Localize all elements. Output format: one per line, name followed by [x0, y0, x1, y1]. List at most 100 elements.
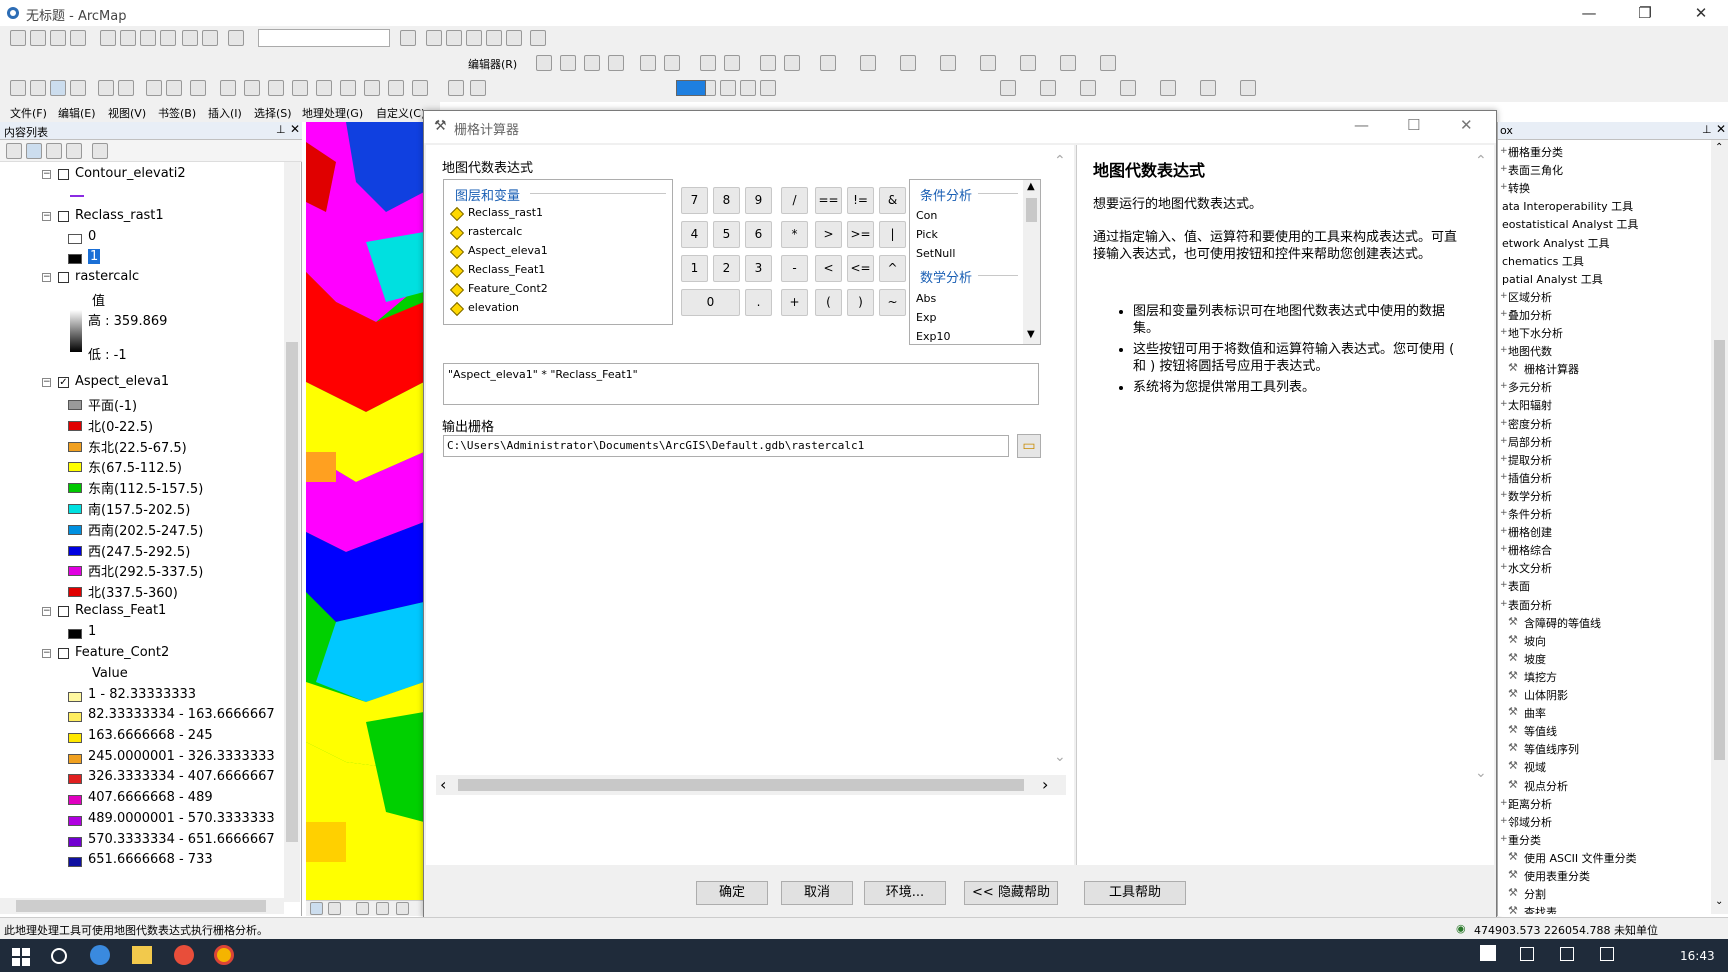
georef-link-icon[interactable] [1040, 80, 1056, 96]
output-raster-input[interactable]: C:\Users\Administrator\Documents\ArcGIS\… [443, 435, 1009, 457]
toolbox-item[interactable]: chematics 工具 [1502, 253, 1584, 269]
close-icon[interactable]: ✕ [290, 122, 300, 136]
arcmap-taskbar-icon[interactable] [90, 945, 110, 965]
calc-button[interactable]: 0 [681, 289, 740, 316]
calc-button[interactable]: 2 [713, 255, 740, 282]
calc-button[interactable]: / [781, 187, 808, 214]
cancel-button[interactable]: 取消 [781, 881, 853, 905]
calc-button[interactable]: ) [847, 289, 874, 316]
search-window-icon[interactable] [466, 30, 482, 46]
scroll-up-arrow-icon[interactable]: ▲ [1027, 181, 1035, 192]
editor-toolbar-icon[interactable] [400, 30, 416, 46]
menu-item[interactable]: 书签(B) [158, 105, 196, 121]
toolbox-item[interactable]: 水文分析 [1508, 560, 1552, 576]
sketch-tool-icon[interactable] [560, 55, 576, 71]
edit-tool-icon[interactable] [536, 55, 552, 71]
expression-input[interactable]: "Aspect_eleva1" * "Reclass_Feat1" [443, 363, 1039, 405]
editor-tool-e-icon[interactable] [980, 55, 996, 71]
layer-name[interactable]: Reclass_rast1 [75, 208, 164, 223]
rotate-icon[interactable] [724, 55, 740, 71]
georef-shift-icon[interactable] [1160, 80, 1176, 96]
toolbox-item[interactable]: 地下水分析 [1508, 325, 1563, 341]
dialog-close-button[interactable]: ✕ [1460, 116, 1473, 134]
zoom-out-icon[interactable] [30, 80, 46, 96]
undo-icon[interactable] [182, 30, 198, 46]
expand-icon[interactable]: + [1500, 399, 1508, 409]
ok-button[interactable]: 确定 [696, 881, 768, 905]
help-scroll-down-icon[interactable]: ⌄ [1475, 765, 1487, 781]
toolbox-item[interactable]: 距离分析 [1508, 796, 1552, 812]
full-extent-icon[interactable] [70, 80, 86, 96]
expand-icon[interactable]: + [1500, 562, 1508, 572]
expand-icon[interactable]: + [1500, 164, 1508, 174]
layer-visibility-checkbox[interactable] [58, 606, 69, 617]
toolbox-item[interactable]: 分割 [1524, 886, 1546, 902]
horizontal-scrollbar[interactable]: ‹ › [436, 775, 1066, 795]
calc-button[interactable]: > [815, 221, 842, 248]
cut-polygon-icon[interactable] [664, 55, 680, 71]
minimize-button[interactable]: — [1566, 0, 1612, 26]
toolbox-item[interactable]: 多元分析 [1508, 379, 1552, 395]
toolbox-item[interactable]: 邻域分析 [1508, 814, 1552, 830]
func-item[interactable]: Pick [916, 228, 938, 241]
func-item[interactable]: Con [916, 209, 937, 222]
toolbox-item[interactable]: 叠加分析 [1508, 307, 1552, 323]
editor-tool-d-icon[interactable] [940, 55, 956, 71]
georef-tool-icon[interactable] [1000, 80, 1016, 96]
calc-button[interactable]: + [781, 289, 808, 316]
viewer-icon[interactable] [470, 80, 486, 96]
model-builder-icon[interactable] [530, 30, 546, 46]
options-icon[interactable] [92, 143, 108, 159]
close-button[interactable]: ✕ [1678, 0, 1724, 26]
expand-icon[interactable]: + [1500, 508, 1508, 518]
help-scroll-up-icon[interactable]: ⌃ [1475, 153, 1487, 169]
list-by-drawing-order-icon[interactable] [6, 143, 22, 159]
cut-icon[interactable] [100, 30, 116, 46]
calc-button[interactable]: <= [847, 255, 874, 282]
volume-icon[interactable] [1600, 947, 1614, 961]
expand-icon[interactable]: + [1500, 798, 1508, 808]
toolbox-item[interactable]: 栅格创建 [1508, 524, 1552, 540]
calc-button[interactable]: ^ [879, 255, 906, 282]
h-scroll-thumb[interactable] [458, 779, 1024, 791]
layer-variable-item[interactable]: Reclass_rast1 [468, 206, 543, 219]
expand-icon[interactable]: + [1500, 309, 1508, 319]
find-route-icon[interactable] [388, 80, 404, 96]
menu-item[interactable]: 选择(S) [254, 105, 292, 121]
layer-visibility-checkbox[interactable] [58, 272, 69, 283]
output-path-text[interactable]: C:\Users\Administrator\Documents\ArcGIS\… [447, 439, 864, 452]
toolbox-item[interactable]: 栅格综合 [1508, 542, 1552, 558]
collapse-toggle[interactable]: − [42, 607, 51, 616]
list-by-source-icon[interactable] [26, 143, 42, 159]
layout-view-icon[interactable] [328, 902, 341, 915]
toolbox-scrollbar[interactable]: ⌃ ⌄ [1711, 140, 1728, 914]
toolbox-item[interactable]: 条件分析 [1508, 506, 1552, 522]
tool-help-button[interactable]: 工具帮助 [1084, 881, 1186, 905]
expand-icon[interactable]: + [1500, 599, 1508, 609]
toolbox-item[interactable]: 查找表 [1524, 904, 1557, 914]
scroll-up-arrow-icon[interactable]: ⌃ [1715, 142, 1723, 153]
dialog-maximize-button[interactable]: ☐ [1407, 116, 1420, 134]
toolbox-item[interactable]: 提取分析 [1508, 452, 1552, 468]
toolbox-item[interactable]: 密度分析 [1508, 416, 1552, 432]
scroll-left-arrow-icon[interactable]: ‹ [440, 775, 446, 794]
menu-item[interactable]: 插入(I) [208, 105, 242, 121]
layer-visibility-checkbox[interactable] [58, 211, 69, 222]
reshape-icon[interactable] [640, 55, 656, 71]
environments-button[interactable]: 环境... [864, 881, 946, 905]
toolbox-item[interactable]: etwork Analyst 工具 [1502, 235, 1610, 251]
calc-button[interactable]: != [847, 187, 874, 214]
expression-text[interactable]: "Aspect_eleva1" * "Reclass_Feat1" [448, 368, 638, 381]
calc-button[interactable]: 5 [713, 221, 740, 248]
calc-button[interactable]: * [781, 221, 808, 248]
list-by-visibility-icon[interactable] [46, 143, 62, 159]
collapse-toggle[interactable]: − [42, 273, 51, 282]
layout-tool-icon[interactable] [760, 80, 776, 96]
layer-variable-item[interactable]: rastercalc [468, 225, 522, 238]
toolbox-item[interactable]: 含障碍的等值线 [1524, 615, 1601, 631]
expand-icon[interactable]: + [1500, 526, 1508, 536]
georef-update-icon[interactable] [1240, 80, 1256, 96]
chrome-icon[interactable] [214, 945, 234, 965]
toc-h-scroll-thumb[interactable] [16, 900, 266, 912]
back-icon[interactable] [146, 80, 162, 96]
